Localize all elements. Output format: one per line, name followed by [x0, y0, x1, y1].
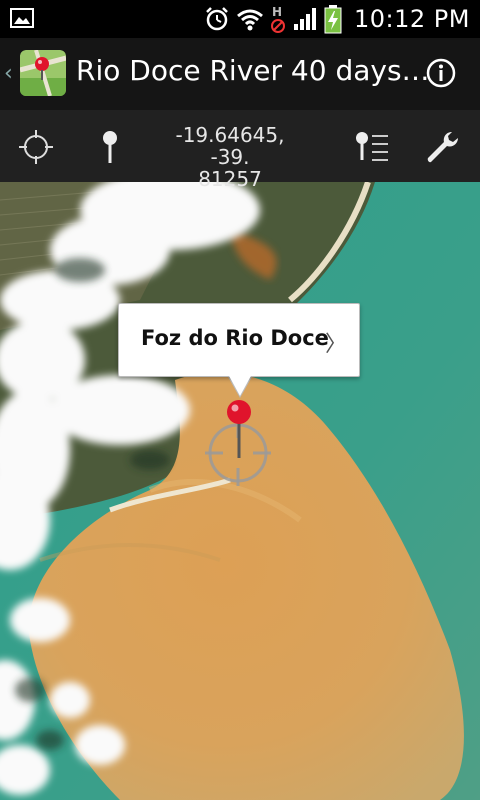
coordinates-text: -19.64645, -39. 81257: [175, 123, 285, 191]
pin-list-icon[interactable]: [350, 128, 390, 166]
image-notification-icon: [10, 8, 34, 28]
signal-icon: [294, 8, 317, 30]
satellite-map[interactable]: [0, 182, 480, 800]
wrench-settings-icon[interactable]: [424, 128, 464, 166]
hspa-no-data-icon: H: [271, 5, 286, 33]
action-bar: ‹ Rio Doce River 40 days…: [0, 38, 480, 110]
page-title: Rio Doce River 40 days…: [76, 54, 430, 87]
coordinates-readout: -19.64645, -39. 81257: [160, 124, 300, 190]
battery-charging-icon: [324, 5, 342, 34]
up-navigation-icon[interactable]: ‹: [4, 62, 16, 86]
marker-callout-label: Foz do Rio Doce: [141, 326, 329, 350]
my-location-icon[interactable]: [16, 128, 56, 166]
wifi-icon: [237, 9, 263, 31]
location-pin-icon[interactable]: [214, 398, 264, 462]
info-button[interactable]: [426, 58, 456, 88]
alarm-icon: [206, 7, 228, 31]
svg-text:H: H: [272, 5, 282, 19]
app-icon[interactable]: [20, 50, 66, 96]
callout-tail: [228, 374, 252, 396]
chevron-right-icon: 〉: [324, 332, 347, 357]
marker-callout[interactable]: Foz do Rio Doce 〉: [118, 303, 360, 377]
clock-time: 10:12 PM: [354, 5, 470, 33]
status-bar: H 10:12 PM: [0, 0, 480, 38]
pin-icon[interactable]: [90, 128, 130, 166]
map-toolbar: -19.64645, -39. 81257: [0, 110, 480, 190]
